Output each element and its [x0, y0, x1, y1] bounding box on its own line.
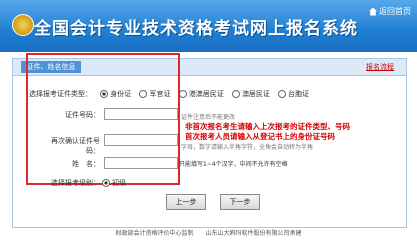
name-input[interactable] — [104, 157, 178, 169]
id-number-confirm-label: 再次确认证件号码： — [51, 137, 100, 155]
level-radio[interactable] — [102, 179, 110, 187]
note-red-line2: 首次报考人员请输入从登记书上的身份证号码 — [185, 132, 335, 141]
id-type-option-4: 台胞证 — [288, 90, 310, 98]
logo-emblem-icon — [12, 14, 34, 36]
header-banner: 全国会计专业技术资格考试网上报名系统 返回首页 — [0, 0, 417, 52]
prev-step-button[interactable]: 上一步 — [166, 194, 206, 210]
home-link-label: 返回首页 — [379, 7, 411, 16]
id-type-radio-4[interactable] — [278, 90, 287, 98]
registration-process-link[interactable]: 报名流程 — [366, 62, 394, 72]
id-number-label: 证件号码： — [65, 111, 100, 119]
level-label: 选择报考级别： — [51, 179, 100, 187]
next-step-button[interactable]: 下一步 — [220, 194, 260, 210]
footer-credits: 财政部会计资格评价中心监制 山东山大鸥玛软件股份有限公司承建 — [115, 230, 302, 237]
id-number-input[interactable] — [104, 108, 178, 120]
id-type-option-3: 澳居民证 — [241, 90, 270, 98]
id-type-radio-3[interactable] — [231, 90, 240, 98]
name-hint: 只能填写1~4个汉字，中间不允许有空格 — [179, 161, 288, 168]
id-number-confirm-input[interactable] — [104, 134, 178, 146]
home-icon — [369, 7, 377, 16]
name-label: 姓 名： — [72, 160, 100, 168]
note-small-bottom: 字母，数字请输入半角字符，全角会自动转为半角 — [181, 144, 314, 151]
page-title: 全国会计专业技术资格考试网上报名系统 — [34, 19, 358, 39]
note-small-top: 证件注意后不能更改 — [181, 114, 236, 121]
id-type-option-2: 港澳居民证 — [188, 90, 224, 98]
level-option: 初级 — [112, 179, 126, 187]
home-link[interactable]: 返回首页 — [369, 6, 411, 17]
